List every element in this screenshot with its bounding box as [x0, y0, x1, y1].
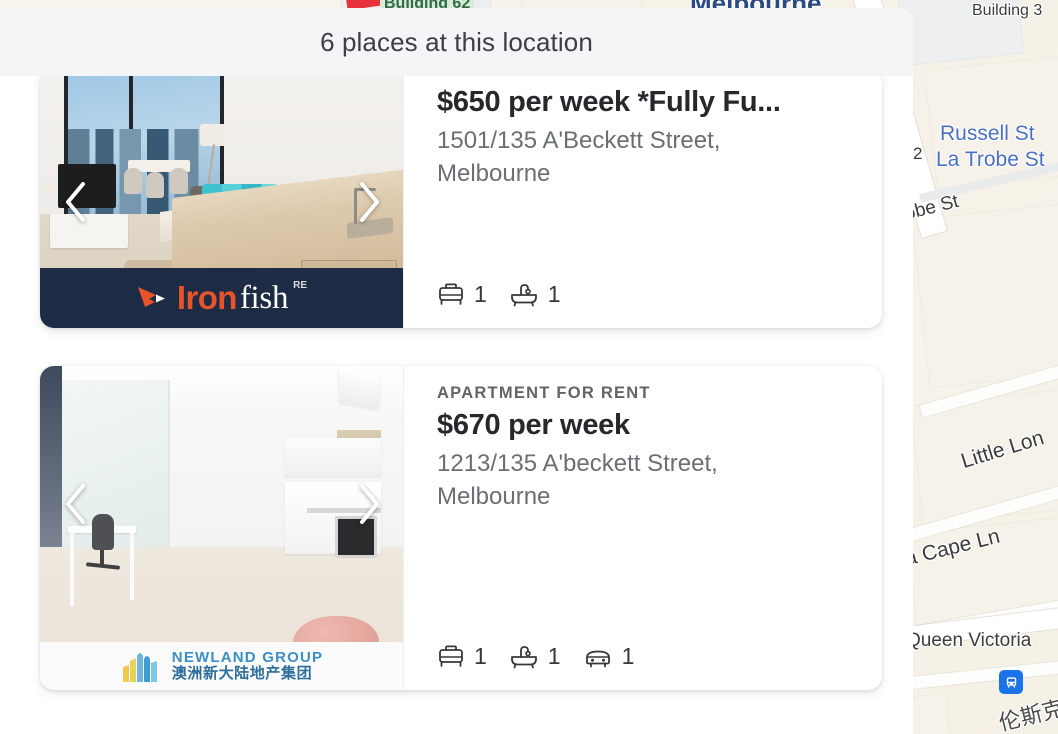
listing-card[interactable]: Iron fish RE $650 per week *Fully Fu... … — [40, 76, 882, 328]
bed-icon — [439, 645, 463, 667]
carousel-next-icon[interactable] — [351, 176, 387, 228]
listings-scroll-area[interactable]: Iron fish RE $650 per week *Fully Fu... … — [0, 76, 913, 734]
carousel-next-icon[interactable] — [351, 478, 387, 530]
agency-name-secondary: fish — [239, 279, 289, 316]
feature-parking: 1 — [583, 643, 635, 670]
feature-bedrooms-count: 1 — [474, 643, 487, 669]
feature-bathrooms-count: 1 — [547, 281, 561, 307]
car-icon — [585, 650, 610, 667]
map-label-building3: Building 3 — [972, 2, 1043, 19]
card-divider — [403, 76, 404, 328]
newland-mark-icon — [120, 649, 162, 683]
feature-parking-count: 1 — [621, 643, 635, 669]
feature-bedrooms-count: 1 — [474, 281, 487, 307]
places-overlay-panel: 6 places at this location Iron fish RE $… — [0, 8, 913, 734]
agency-name-block: NEWLAND GROUP 澳洲新大陆地产集团 — [172, 650, 323, 682]
listing-address-line2: Melbourne — [437, 482, 551, 510]
listing-features: 1 1 — [437, 281, 860, 314]
listing-address-line1: 1213/135 A'beckett Street, — [437, 450, 718, 478]
map-label-number-2: 2 — [913, 144, 923, 163]
listing-details: $650 per week *Fully Fu... 1501/135 A'Be… — [403, 76, 882, 328]
feature-bathrooms: 1 — [509, 281, 561, 308]
map-label-la-trobe-st: La Trobe St — [936, 148, 1045, 171]
listing-address-line2: Melbourne — [437, 159, 551, 187]
feature-bathrooms: 1 — [509, 643, 561, 670]
feature-bathrooms-count: 1 — [547, 643, 561, 669]
map-label-queen-victoria: Queen Victoria — [906, 630, 1032, 651]
listing-features: 1 1 — [437, 643, 860, 676]
bus-station-icon[interactable] — [999, 670, 1023, 694]
agency-logo-banner: NEWLAND GROUP 澳洲新大陆地产集团 — [40, 642, 403, 690]
listing-address-line1: 1501/135 A'Beckett Street, — [437, 127, 721, 155]
agency-name-suffix: RE — [293, 280, 308, 291]
carousel-prev-icon[interactable] — [58, 176, 94, 228]
screen: Building 62 Melbourne Building 3 Russell… — [0, 0, 1058, 734]
listing-price: $650 per week *Fully Fu... — [437, 86, 781, 118]
bed-icon — [439, 283, 463, 305]
page-title: 6 places at this location — [320, 26, 593, 57]
ironfish-mark-icon — [136, 283, 170, 313]
feature-bedrooms: 1 — [437, 281, 487, 308]
listing-details: APARTMENT FOR RENT $670 per week 1213/13… — [403, 366, 882, 690]
feature-bedrooms: 1 — [437, 643, 487, 670]
carousel-prev-icon[interactable] — [58, 478, 94, 530]
agency-logo-banner: Iron fish RE — [40, 268, 403, 328]
card-divider — [403, 366, 404, 690]
listing-kicker: APARTMENT FOR RENT — [437, 384, 651, 402]
bath-icon — [510, 645, 537, 668]
agency-name-cn: 澳洲新大陆地产集团 — [171, 664, 313, 682]
listing-address: 1501/135 A'Beckett Street, Melbourne — [437, 125, 827, 189]
listing-price: $670 per week — [437, 409, 630, 441]
listing-card[interactable]: NEWLAND PROPERTY GROUP — [40, 366, 882, 690]
map-label-russell-st: Russell St — [940, 122, 1035, 145]
listing-photo-carousel[interactable]: Iron fish RE — [40, 76, 403, 328]
panel-header: 6 places at this location — [0, 8, 913, 76]
bath-icon — [510, 283, 537, 306]
listing-address: 1213/135 A'beckett Street, Melbourne — [437, 448, 827, 512]
agency-name-primary: Iron — [176, 279, 238, 316]
listing-photo-carousel[interactable]: NEWLAND PROPERTY GROUP — [40, 366, 403, 690]
